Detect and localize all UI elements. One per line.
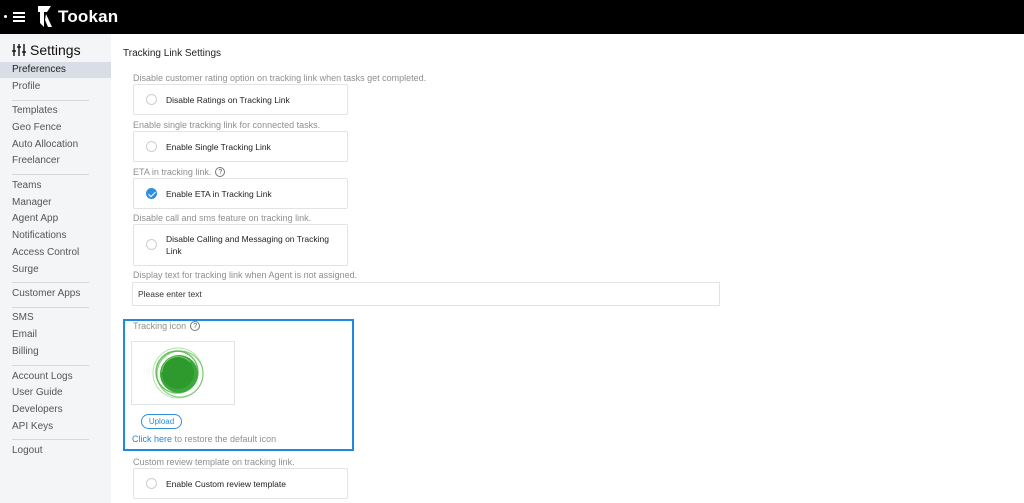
sidebar-item-notifications[interactable]: Notifications: [0, 228, 111, 244]
option-description-text: ETA in tracking link.: [133, 167, 212, 177]
sidebar-divider: [12, 439, 89, 440]
option-description: Enable single tracking link for connecte…: [133, 120, 321, 130]
sidebar-item-surge[interactable]: Surge: [0, 262, 111, 278]
tracking-icon-preview: [131, 341, 235, 405]
sidebar-item-billing[interactable]: Billing: [0, 344, 111, 360]
option-description: Disable customer rating option on tracki…: [133, 73, 427, 83]
sidebar-item-teams[interactable]: Teams: [0, 178, 111, 194]
sidebar-item-freelancer[interactable]: Freelancer: [0, 153, 111, 169]
sidebar-item-geo-fence[interactable]: Geo Fence: [0, 120, 111, 136]
option-label: Disable Calling and Messaging on Trackin…: [166, 234, 330, 256]
sidebar-item-access-control[interactable]: Access Control: [0, 245, 111, 261]
green-circle-icon: [152, 347, 204, 399]
sidebar-divider: [12, 282, 89, 283]
display-text-input[interactable]: [132, 282, 720, 306]
app-name: Tookan: [58, 7, 119, 26]
sidebar-item-api-keys[interactable]: API Keys: [0, 419, 111, 435]
restore-text: to restore the default icon: [172, 434, 277, 444]
eta-tracking-option[interactable]: Enable ETA in Tracking Link: [133, 178, 348, 209]
sidebar-item-logout[interactable]: Logout: [0, 443, 111, 459]
sidebar-divider: [12, 365, 89, 366]
sidebar-item-developers[interactable]: Developers: [0, 402, 111, 418]
sidebar-divider: [12, 100, 89, 101]
checked-radio-button[interactable]: [146, 188, 157, 199]
sidebar-item-auto-allocation[interactable]: Auto Allocation: [0, 137, 111, 153]
top-bar: Tookan: [0, 0, 1024, 34]
section-title: Tracking Link Settings: [123, 48, 222, 59]
option-description: Disable call and sms feature on tracking…: [133, 213, 312, 223]
disable-calling-option[interactable]: Disable Calling and Messaging on Trackin…: [133, 224, 348, 266]
sidebar-title-text: Settings: [30, 42, 81, 58]
tracking-icon-label: Tracking icon ?: [133, 321, 201, 331]
sidebar-item-agent-app[interactable]: Agent App: [0, 211, 111, 227]
sidebar-divider: [12, 307, 89, 308]
disable-ratings-option[interactable]: Disable Ratings on Tracking Link: [133, 84, 348, 115]
sidebar-item-sms[interactable]: SMS: [0, 310, 111, 326]
sidebar-item-account-logs[interactable]: Account Logs: [0, 369, 111, 385]
sidebar-item-email[interactable]: Email: [0, 327, 111, 343]
restore-default-icon: Click here to restore the default icon: [132, 434, 276, 444]
help-icon[interactable]: ?: [215, 167, 226, 177]
option-description: ETA in tracking link. ?: [133, 167, 226, 177]
sidebar-item-manager[interactable]: Manager: [0, 195, 111, 211]
sidebar-item-profile[interactable]: Profile: [0, 79, 111, 95]
option-label: Enable ETA in Tracking Link: [166, 189, 272, 199]
radio-button[interactable]: [146, 239, 157, 250]
sidebar-title: Settings: [12, 42, 81, 58]
sidebar-item-templates[interactable]: Templates: [0, 103, 111, 119]
main-content: Tracking Link Settings Disable customer …: [111, 34, 1024, 503]
upload-button[interactable]: Upload: [141, 414, 182, 429]
review-description: Custom review template on tracking link.: [133, 457, 295, 467]
sidebar-item-user-guide[interactable]: User Guide: [0, 385, 111, 401]
app-logo[interactable]: Tookan: [36, 5, 118, 29]
sidebar-divider: [12, 174, 89, 175]
menu-icon[interactable]: [4, 9, 28, 25]
single-tracking-link-option[interactable]: Enable Single Tracking Link: [133, 131, 348, 162]
help-icon[interactable]: ?: [190, 321, 201, 331]
sidebar-item-preferences[interactable]: Preferences: [0, 62, 111, 78]
restore-link[interactable]: Click here: [132, 434, 172, 444]
option-label: Enable Custom review template: [166, 479, 287, 489]
radio-button[interactable]: [146, 478, 157, 489]
tracking-icon-label-text: Tracking icon: [133, 321, 187, 331]
option-label: Disable Ratings on Tracking Link: [166, 95, 290, 105]
sidebar-item-customer-apps[interactable]: Customer Apps: [0, 286, 111, 302]
radio-button[interactable]: [146, 141, 157, 152]
settings-sidebar: Settings Preferences Profile Templates G…: [0, 34, 111, 503]
radio-button[interactable]: [146, 94, 157, 105]
tookan-logo-icon: [38, 6, 52, 27]
custom-review-option[interactable]: Enable Custom review template: [133, 468, 348, 499]
sliders-icon: [12, 44, 26, 56]
display-text-description: Display text for tracking link when Agen…: [133, 270, 358, 280]
option-label: Enable Single Tracking Link: [166, 142, 271, 152]
